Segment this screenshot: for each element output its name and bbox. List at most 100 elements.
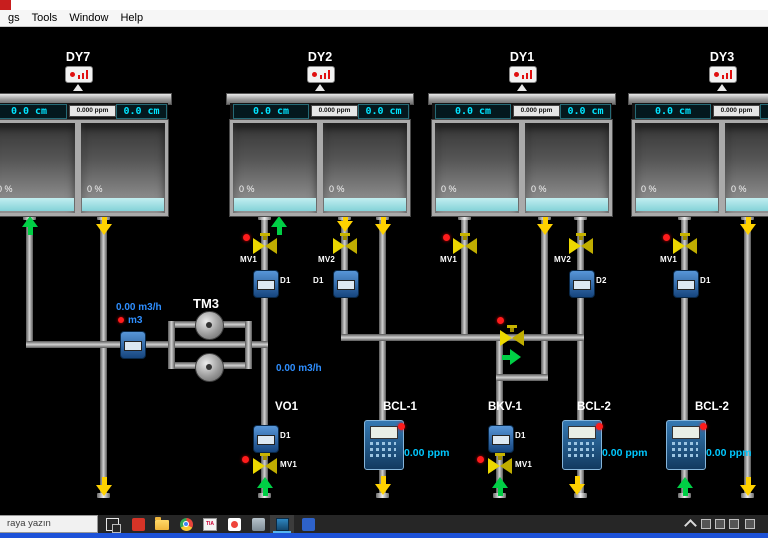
alarm-indicator bbox=[398, 423, 405, 430]
red-app-icon[interactable] bbox=[126, 515, 150, 533]
alarm-indicator bbox=[700, 423, 707, 430]
alarm-indicator bbox=[477, 456, 484, 463]
valve-mv1[interactable] bbox=[253, 453, 277, 474]
tank-body: 0 % 0 % bbox=[632, 120, 768, 216]
tank-cabinet-dy3: DY3 0.0 cm 0.000 ppm 0.0 cm 0 % 0 % bbox=[628, 50, 768, 216]
meter-display bbox=[257, 435, 275, 445]
valve-label: MV1 bbox=[440, 255, 458, 264]
tank-compartment: 0 % bbox=[635, 123, 719, 213]
flow-meter[interactable] bbox=[673, 270, 699, 298]
flow-arrow-down-icon bbox=[569, 476, 585, 495]
level-sensor-icon bbox=[307, 66, 335, 83]
level-readout: 0.0 cm bbox=[635, 104, 711, 119]
station-label-bkv1: BKV-1 bbox=[488, 401, 522, 413]
valve-mv1[interactable] bbox=[253, 233, 277, 254]
alarm-indicator bbox=[497, 317, 504, 324]
analyzer-reading: 0.00 ppm bbox=[706, 447, 752, 459]
analyzer-display bbox=[370, 426, 398, 439]
valve-mv2[interactable] bbox=[333, 233, 357, 254]
valve-mv1[interactable] bbox=[488, 453, 512, 474]
flow-arrow-down-icon bbox=[537, 216, 553, 235]
menu-item-gs[interactable]: gs bbox=[8, 12, 20, 24]
pump[interactable] bbox=[195, 353, 224, 382]
valve-label: MV2 bbox=[318, 255, 336, 264]
chrome-icon[interactable] bbox=[174, 515, 198, 533]
alarm-indicator bbox=[596, 423, 603, 430]
meter-display bbox=[337, 280, 355, 290]
flow-arrow-down-icon bbox=[96, 216, 112, 235]
flow-meter[interactable] bbox=[569, 270, 595, 298]
title-bar bbox=[0, 0, 768, 10]
pump-loop-pipe bbox=[245, 321, 252, 369]
meter-display bbox=[492, 435, 510, 445]
menu-item-window[interactable]: Window bbox=[69, 12, 108, 24]
flow-value: 0.00 m3/h bbox=[116, 302, 162, 313]
task-view-icon[interactable] bbox=[100, 515, 124, 533]
tank-compartment: 0 % bbox=[75, 123, 165, 213]
scada-runtime-icon[interactable] bbox=[270, 515, 294, 533]
folder-icon[interactable] bbox=[150, 515, 174, 533]
tank-cabinet-dy7: DY7 0.0 cm 0.000 ppm 0.0 cm 0 % 0 % bbox=[0, 50, 172, 216]
menu-item-tools[interactable]: Tools bbox=[32, 12, 58, 24]
pump[interactable] bbox=[195, 311, 224, 340]
meter-display bbox=[257, 280, 275, 290]
pipe bbox=[496, 374, 548, 381]
pump-loop-pipe bbox=[168, 321, 175, 369]
pump-station-label: TM3 bbox=[193, 296, 219, 311]
tank-compartment: 0 % bbox=[519, 123, 609, 213]
fill-percent: 0 % bbox=[239, 184, 255, 194]
liquid-level bbox=[324, 198, 406, 211]
fill-percent: 0 % bbox=[731, 184, 747, 194]
meter-label: D1 bbox=[700, 276, 711, 285]
tank-compartment: 0 % bbox=[435, 123, 519, 213]
valve-mv1[interactable] bbox=[673, 233, 697, 254]
liquid-level bbox=[82, 198, 164, 211]
liquid-level bbox=[636, 198, 718, 211]
flow-tag: m3 bbox=[128, 315, 143, 326]
pipe bbox=[26, 341, 268, 348]
desktop: { "window": { "menu": ["gs", "Tools", "W… bbox=[0, 0, 768, 538]
valve-bkv[interactable] bbox=[500, 325, 524, 346]
flow-arrow-up-icon bbox=[677, 477, 693, 496]
tank-label: DY1 bbox=[509, 50, 535, 64]
valve-mv1[interactable] bbox=[453, 233, 477, 254]
level-readout: 0.0 cm bbox=[560, 104, 611, 119]
flow-arrow-down-icon bbox=[375, 476, 391, 495]
tia-portal-icon[interactable]: TIA bbox=[198, 515, 222, 533]
alarm-indicator bbox=[242, 456, 249, 463]
gray-app-icon[interactable] bbox=[246, 515, 270, 533]
tray-chevron-up-icon[interactable] bbox=[684, 519, 697, 532]
red-white-app-icon[interactable] bbox=[222, 515, 246, 533]
sensor-arrow-icon bbox=[517, 84, 527, 91]
blue-app-icon[interactable] bbox=[296, 515, 320, 533]
pipe bbox=[100, 215, 107, 498]
flow-arrow-down-icon bbox=[375, 216, 391, 235]
tank-compartment: 0 % bbox=[233, 123, 317, 213]
menu-item-help[interactable]: Help bbox=[120, 12, 143, 24]
tray-icon[interactable] bbox=[729, 519, 739, 529]
flow-arrow-up-icon bbox=[257, 477, 273, 496]
tray-icon[interactable] bbox=[745, 519, 755, 529]
tank-label: DY3 bbox=[709, 50, 735, 64]
flow-arrow-up-icon bbox=[271, 216, 287, 235]
dosing-device[interactable] bbox=[488, 425, 514, 453]
flow-arrow-down-icon bbox=[740, 477, 756, 496]
valve-mv2[interactable] bbox=[569, 233, 593, 254]
fill-percent: 0 % bbox=[641, 184, 657, 194]
tank-label: DY7 bbox=[65, 50, 91, 64]
taskbar-search-input[interactable]: raya yazın bbox=[0, 515, 98, 533]
station-label-bcl2: BCL-2 bbox=[695, 401, 729, 413]
readout-row: 0.0 cm 0.000 ppm 0.0 cm bbox=[230, 103, 410, 120]
flow-meter[interactable] bbox=[253, 270, 279, 298]
tank-label: DY2 bbox=[307, 50, 333, 64]
dosing-device[interactable] bbox=[253, 425, 279, 453]
tank-body: 0 % 0 % bbox=[0, 120, 168, 216]
tank-compartment: 0 % bbox=[317, 123, 407, 213]
flow-meter[interactable] bbox=[120, 331, 146, 359]
sensor-arrow-icon bbox=[717, 84, 727, 91]
flow-meter[interactable] bbox=[333, 270, 359, 298]
tray-icon[interactable] bbox=[701, 519, 711, 529]
flow-value: 0.00 m3/h bbox=[276, 363, 322, 374]
tray-icon[interactable] bbox=[715, 519, 725, 529]
alarm-indicator bbox=[243, 234, 250, 241]
